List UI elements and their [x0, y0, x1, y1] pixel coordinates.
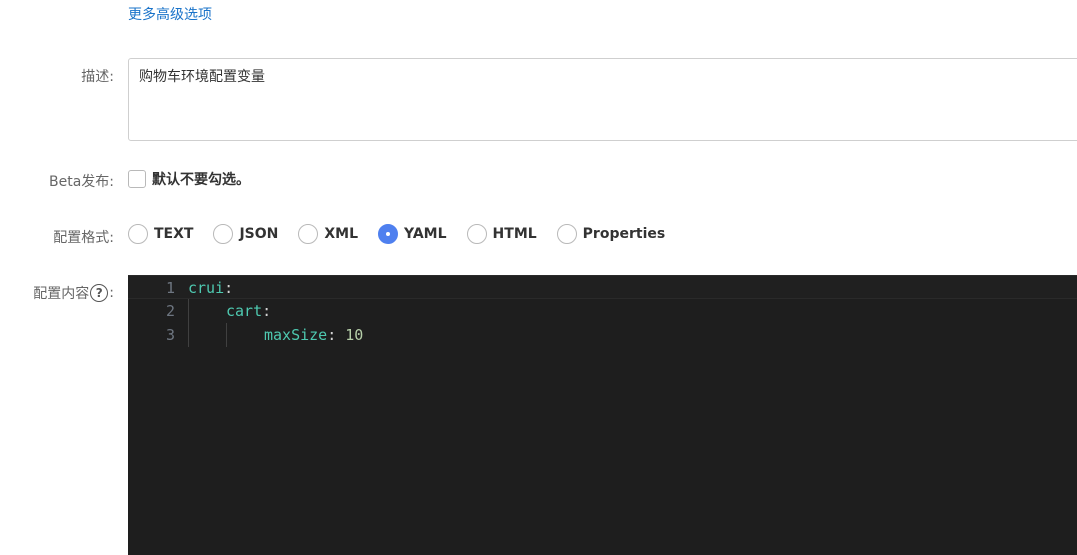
- line-number: 2: [165, 302, 175, 320]
- radio-button-selected[interactable]: [378, 224, 399, 244]
- format-option-yaml[interactable]: YAML: [378, 224, 447, 244]
- yaml-value: 10: [345, 326, 364, 344]
- advanced-options-link[interactable]: 更多高级选项: [128, 4, 212, 24]
- beta-label: Beta发布:: [48, 174, 114, 190]
- radio-button[interactable]: [556, 224, 577, 244]
- radio-button[interactable]: [298, 224, 319, 244]
- description-textarea[interactable]: 购物车环境配置变量: [128, 58, 1077, 141]
- beta-checkbox-label: 默认不要勾选。: [152, 172, 250, 188]
- radio-label: TEXT: [154, 226, 194, 242]
- radio-button[interactable]: [128, 224, 148, 244]
- yaml-key: crui: [188, 279, 225, 297]
- radio-label: JSON: [239, 226, 279, 242]
- config-form: 更多高级选项 描述: 购物车环境配置变量 Beta发布: 默认不要勾选。 配置格…: [0, 0, 1077, 555]
- line-content: cart:: [226, 299, 271, 323]
- yaml-key: maxSize: [264, 326, 328, 344]
- format-radio-group: TEXT JSON XML YAML HTML Properties: [128, 224, 685, 244]
- line-content: crui:: [188, 276, 233, 300]
- content-label: 配置内容 ? :: [0, 283, 114, 303]
- beta-checkbox[interactable]: [128, 170, 146, 188]
- line-number: 3: [165, 326, 175, 344]
- format-option-xml[interactable]: XML: [298, 224, 358, 244]
- radio-label: YAML: [404, 226, 447, 242]
- code-editor[interactable]: 1 crui: 2 cart: 3 maxSize: 10: [128, 275, 1077, 555]
- format-option-properties[interactable]: Properties: [556, 224, 666, 244]
- question-circle-icon[interactable]: ?: [90, 284, 109, 302]
- yaml-key: cart: [226, 302, 263, 320]
- format-option-html[interactable]: HTML: [466, 224, 537, 244]
- radio-button[interactable]: [213, 224, 234, 244]
- radio-label: HTML: [492, 226, 537, 242]
- beta-row: 默认不要勾选。: [128, 169, 250, 189]
- code-line-1[interactable]: 1 crui:: [128, 275, 1077, 299]
- radio-button[interactable]: [466, 224, 487, 244]
- format-option-json[interactable]: JSON: [213, 224, 278, 244]
- content-label-colon: :: [109, 285, 114, 301]
- content-label-text: 配置内容: [33, 286, 90, 302]
- radio-label: XML: [324, 226, 359, 242]
- line-content: maxSize: 10: [264, 323, 363, 347]
- description-label: 描述:: [81, 69, 114, 85]
- yaml-separator: :: [224, 279, 234, 297]
- line-number: 1: [165, 279, 175, 297]
- code-line-3[interactable]: 3 maxSize: 10: [128, 323, 1077, 347]
- format-option-text[interactable]: TEXT: [128, 224, 193, 244]
- code-line-2[interactable]: 2 cart:: [128, 299, 1077, 323]
- format-label: 配置格式:: [53, 230, 114, 246]
- yaml-separator: :: [327, 326, 346, 344]
- yaml-separator: :: [262, 302, 272, 320]
- radio-label: Properties: [582, 226, 666, 242]
